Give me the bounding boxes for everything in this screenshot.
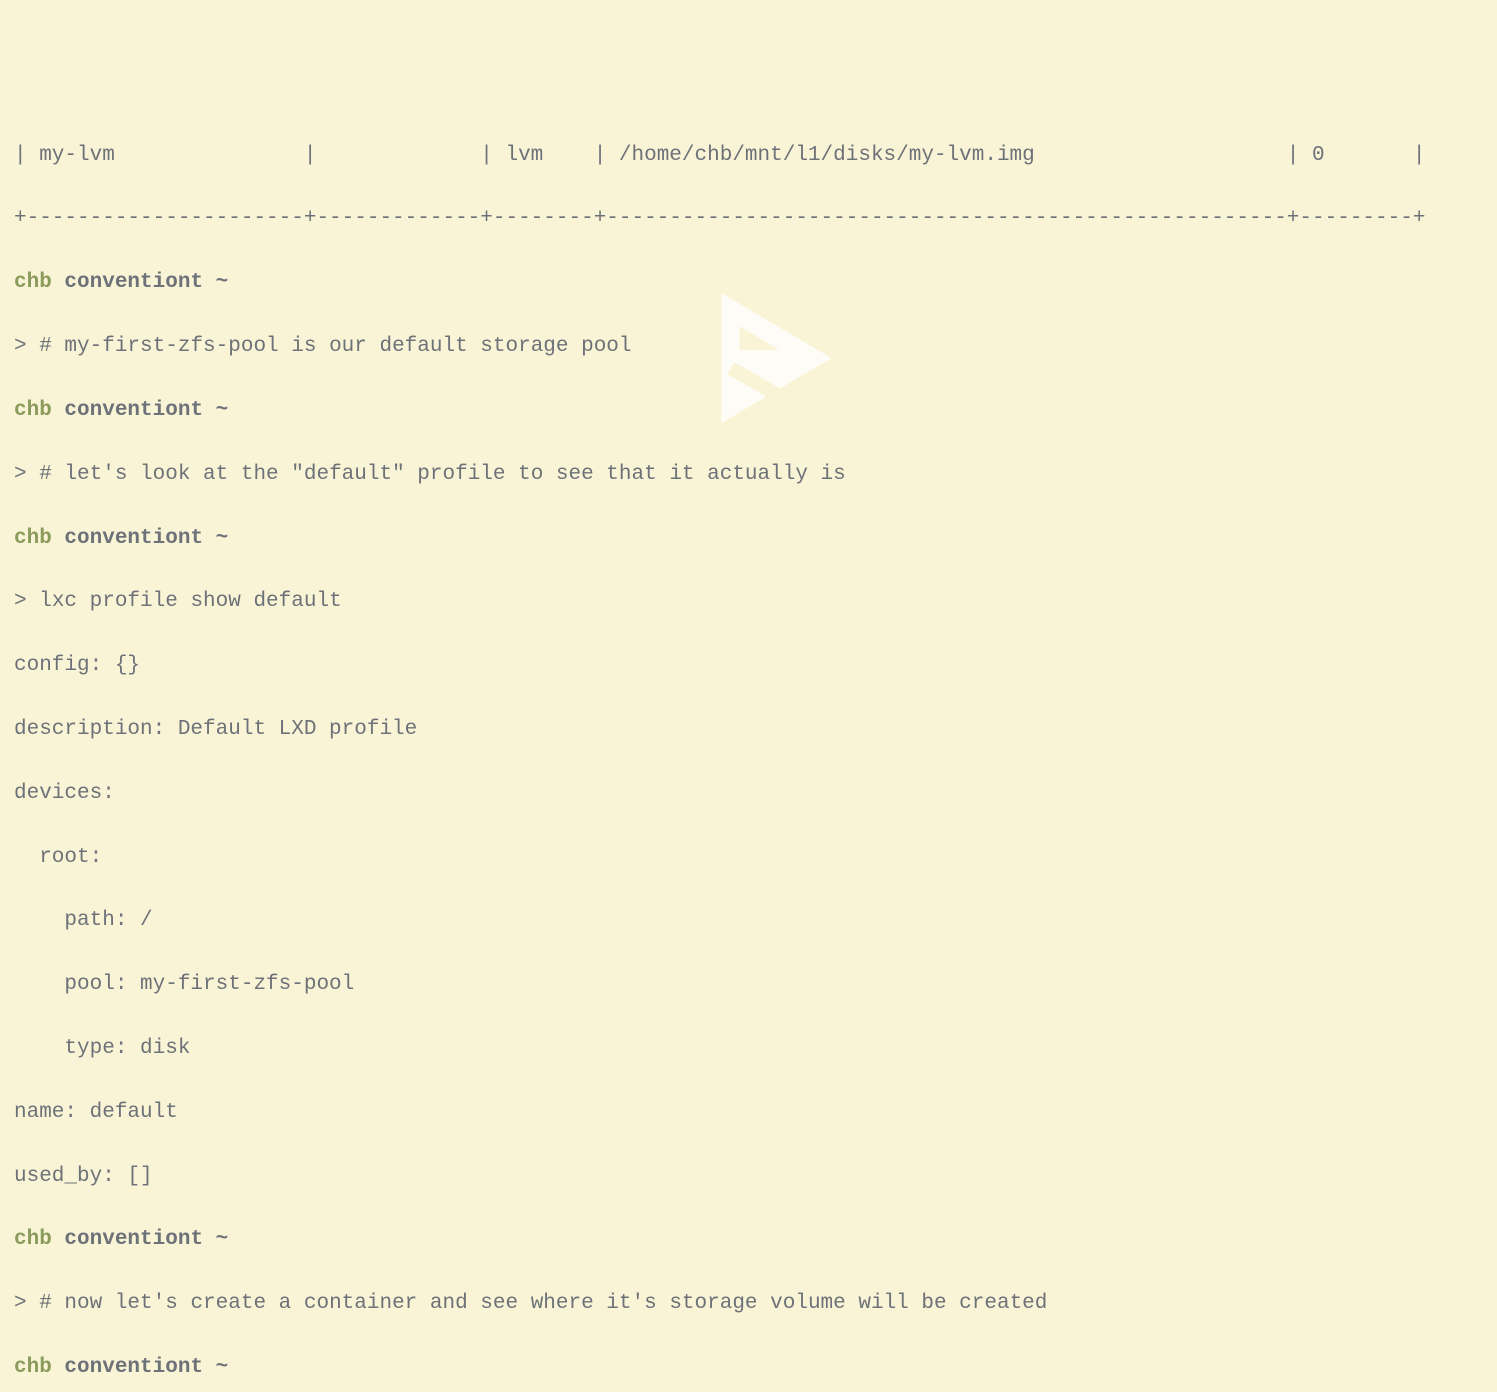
prompt-user: chb [14,527,52,550]
prompt-path: ~ [216,1228,229,1251]
table-separator: +----------------------+-------------+--… [14,203,1483,235]
output-line: name: default [14,1097,1483,1129]
command-line: > lxc profile show default [14,586,1483,618]
prompt-line: chb conventiont ~ [14,1224,1483,1256]
output-line: type: disk [14,1033,1483,1065]
prompt-host: conventiont [64,527,203,550]
prompt-host: conventiont [64,399,203,422]
output-line: pool: my-first-zfs-pool [14,969,1483,1001]
output-line: devices: [14,778,1483,810]
prompt-user: chb [14,1356,52,1379]
output-line: config: {} [14,650,1483,682]
prompt-line: chb conventiont ~ [14,267,1483,299]
prompt-path: ~ [216,271,229,294]
prompt-path: ~ [216,399,229,422]
comment-text: # now let's create a container and see w… [39,1292,1047,1315]
prompt-host: conventiont [64,271,203,294]
prompt-host: conventiont [64,1228,203,1251]
output-line: used_by: [] [14,1161,1483,1193]
output-line: path: / [14,905,1483,937]
prompt-user: chb [14,271,52,294]
prompt-path: ~ [216,1356,229,1379]
output-line: root: [14,842,1483,874]
prompt-line: chb conventiont ~ [14,523,1483,555]
prompt-path: ~ [216,527,229,550]
prompt-line: chb conventiont ~ [14,395,1483,427]
prompt-user: chb [14,1228,52,1251]
comment-text: # let's look at the "default" profile to… [39,463,846,486]
command-line: > # now let's create a container and see… [14,1288,1483,1320]
command-line: > # let's look at the "default" profile … [14,459,1483,491]
comment-text: # my-first-zfs-pool is our default stora… [39,335,631,358]
prompt-user: chb [14,399,52,422]
command-line: > # my-first-zfs-pool is our default sto… [14,331,1483,363]
terminal-screen[interactable]: | my-lvm | | lvm | /home/chb/mnt/l1/disk… [14,140,1483,1392]
command-text: lxc profile show default [39,590,341,613]
prompt-symbol: > [14,1292,27,1315]
prompt-symbol: > [14,590,27,613]
table-row: | my-lvm | | lvm | /home/chb/mnt/l1/disk… [14,140,1483,172]
prompt-host: conventiont [64,1356,203,1379]
prompt-line: chb conventiont ~ [14,1352,1483,1384]
prompt-symbol: > [14,463,27,486]
prompt-symbol: > [14,335,27,358]
output-line: description: Default LXD profile [14,714,1483,746]
